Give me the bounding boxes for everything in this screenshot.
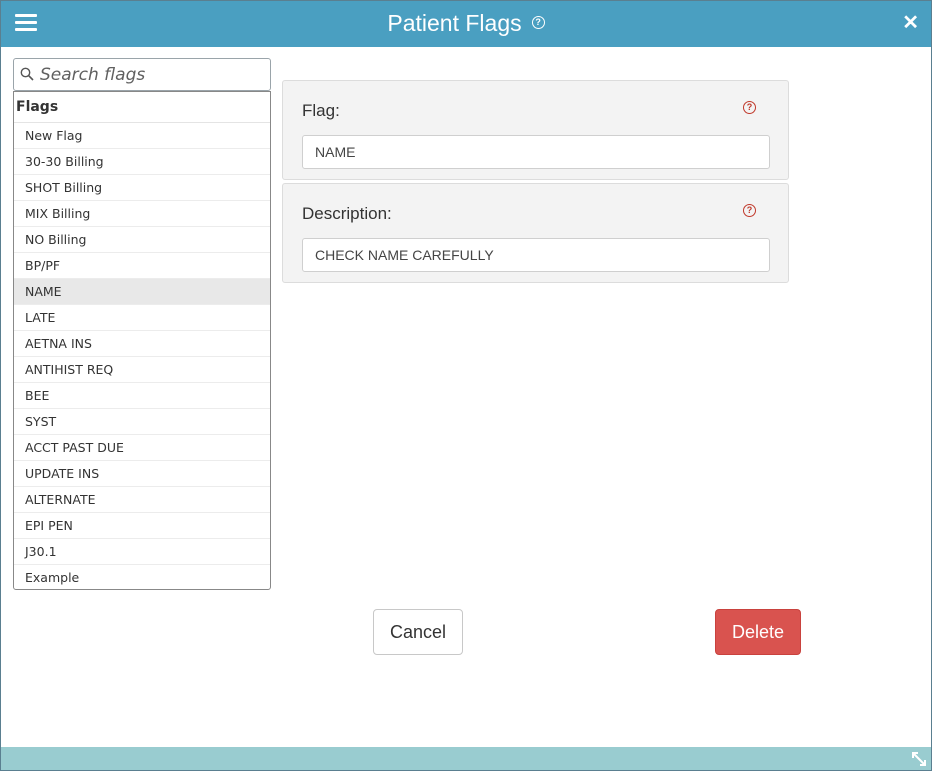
help-icon[interactable]: ? [531,16,545,30]
list-item[interactable]: New Flag [14,123,270,149]
flag-label: Flag: [302,101,340,120]
list-item[interactable]: BEE [14,383,270,409]
resize-icon[interactable] [911,751,927,767]
search-icon [20,67,34,81]
cancel-button[interactable]: Cancel [373,609,463,655]
search-input[interactable] [40,59,265,90]
search-box [13,58,271,91]
description-label: Description: [302,204,392,223]
list-item[interactable]: ANTIHIST REQ [14,357,270,383]
list-item[interactable]: BP/PF [14,253,270,279]
list-item[interactable]: NAME [14,279,270,305]
status-bar [1,747,931,770]
list-item[interactable]: SYST [14,409,270,435]
flag-name-input[interactable] [302,135,770,169]
patient-flags-window: Patient Flags? ✕ Flags New Flag30-30 Bil… [0,0,932,771]
description-input[interactable] [302,238,770,272]
list-item[interactable]: ALTERNATE [14,487,270,513]
flag-list-items: New Flag 30-30 Billing SHOT Billing MIX Bil… [14,123,270,589]
list-item[interactable]: SHOT Billing [14,175,270,201]
close-icon[interactable]: ✕ [902,13,919,33]
delete-button[interactable]: Delete [715,609,801,655]
window-title: Patient Flags [387,10,522,36]
flag-panel: Flag: ? [282,80,789,180]
list-item[interactable]: LATE [14,305,270,331]
flag-help-icon[interactable]: ? [743,101,756,114]
list-item[interactable]: J30.1 [14,539,270,565]
window-title-container: Patient Flags? [1,10,931,37]
list-item[interactable]: EPI PEN [14,513,270,539]
list-item[interactable]: Example [14,565,270,589]
list-item[interactable]: UPDATE INS [14,461,270,487]
list-item[interactable]: 30-30 Billing [14,149,270,175]
list-item[interactable]: ACCT PAST DUE [14,435,270,461]
flag-list-header: Flags [14,92,270,123]
description-help-icon[interactable]: ? [743,204,756,217]
description-panel: Description: ? [282,183,789,283]
list-item[interactable]: AETNA INS [14,331,270,357]
list-item[interactable]: NO Billing [14,227,270,253]
flag-list: Flags New Flag 30-30 Billing SHOT Billing M… [13,91,271,590]
list-item[interactable]: MIX Billing [14,201,270,227]
title-bar: Patient Flags? ✕ [1,1,931,47]
